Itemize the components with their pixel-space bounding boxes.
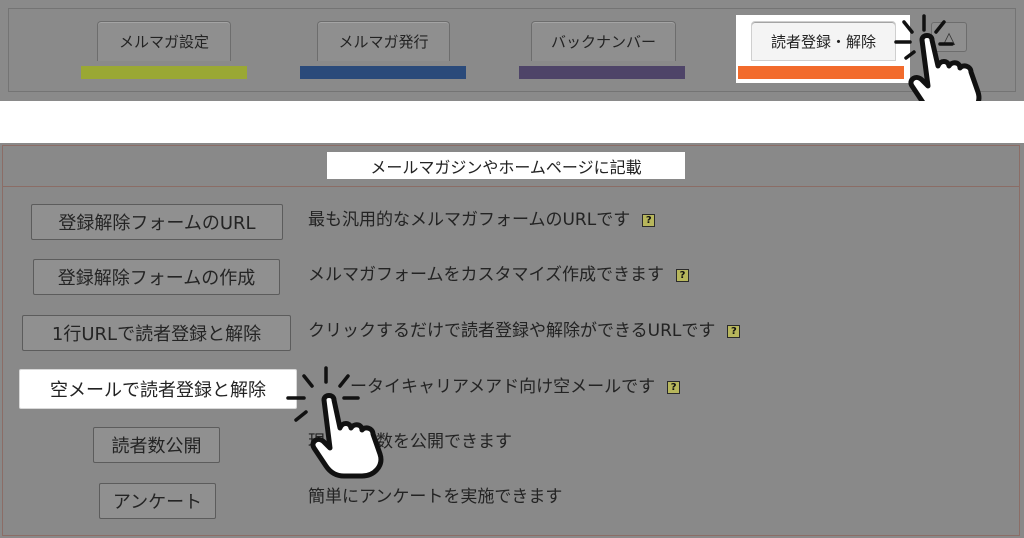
create-registration-form-button[interactable]: 登録解除フォームの作成 — [33, 259, 280, 295]
tab-back-numbers[interactable]: バックナンバー — [531, 21, 676, 61]
row-description: 最も汎用的なメルマガフォームのURLです? — [308, 205, 656, 230]
survey-desc: 簡単にアンケートを実施できます — [308, 487, 563, 507]
help-icon[interactable]: ? — [675, 268, 689, 282]
pointing-hand-cursor-icon — [286, 366, 384, 479]
survey-button[interactable]: アンケート — [99, 483, 216, 519]
empty-mail-registration-button[interactable]: 空メールで読者登録と解除 — [19, 369, 297, 409]
panel-header-divider — [2, 186, 1020, 187]
one-line-url-registration-button[interactable]: 1行URLで読者登録と解除 — [22, 315, 291, 351]
tab-mailmag-publish[interactable]: メルマガ発行 — [317, 21, 450, 61]
spacer-band — [0, 101, 1024, 143]
registration-form-url-desc: 最も汎用的なメルマガフォームのURLです — [308, 210, 631, 230]
tab-back-numbers-stripe — [519, 66, 685, 79]
tab-mailmag-settings[interactable]: メルマガ設定 — [97, 21, 231, 61]
help-icon[interactable]: ? — [727, 324, 741, 338]
registration-form-url-button[interactable]: 登録解除フォームのURL — [31, 204, 283, 240]
row-description: メルマガフォームをカスタマイズ作成できます? — [308, 260, 689, 285]
row-description: クリックするだけで読者登録や解除ができるURLです? — [308, 316, 741, 341]
publish-reader-count-button[interactable]: 読者数公開 — [93, 427, 220, 463]
tab-reader-registration[interactable]: 読者登録・解除 — [751, 21, 896, 61]
one-line-url-registration-desc: クリックするだけで読者登録や解除ができるURLです — [308, 321, 716, 341]
tab-reader-registration-stripe — [738, 66, 904, 79]
tab-mailmag-settings-stripe — [81, 66, 247, 79]
help-icon[interactable]: ? — [667, 380, 681, 394]
help-icon[interactable]: ? — [642, 213, 656, 227]
tab-mailmag-publish-stripe — [300, 66, 466, 79]
create-registration-form-desc: メルマガフォームをカスタマイズ作成できます — [308, 265, 664, 285]
panel-title: メールマガジンやホームページに記載 — [327, 152, 685, 179]
